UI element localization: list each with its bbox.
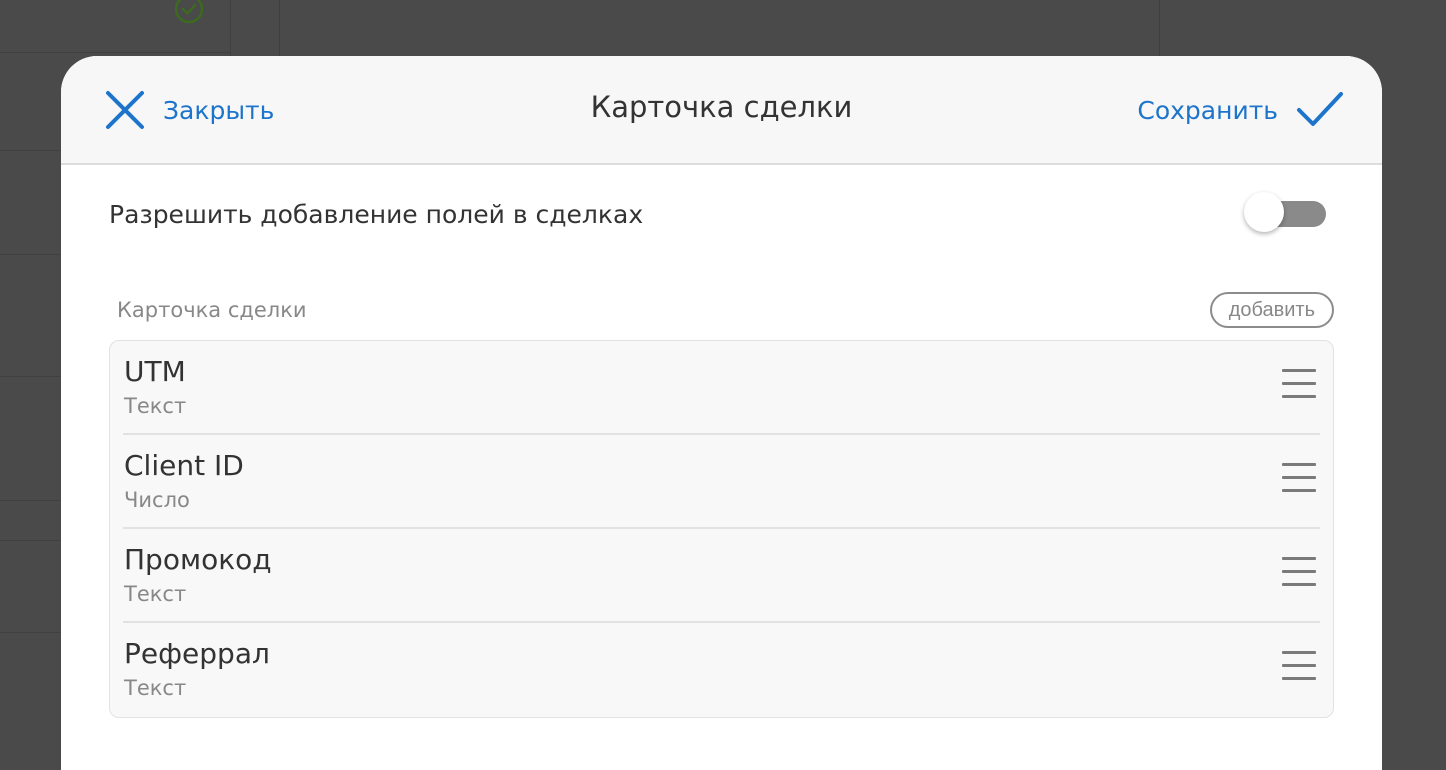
- field-type: Текст: [124, 582, 187, 606]
- modal-header: Закрыть Карточка сделки Сохранить: [61, 56, 1382, 165]
- save-label: Сохранить: [1137, 95, 1278, 125]
- field-type: Текст: [124, 394, 187, 418]
- field-name: UTM: [124, 355, 186, 388]
- section-title: Карточка сделки: [117, 298, 307, 322]
- toggle-knob: [1244, 192, 1284, 232]
- save-button[interactable]: Сохранить: [1137, 90, 1344, 130]
- list-item[interactable]: Промокод Текст: [123, 529, 1320, 623]
- field-name: Client ID: [124, 449, 244, 482]
- deal-card-modal: Закрыть Карточка сделки Сохранить Разреш…: [61, 56, 1382, 770]
- bg-row-line: [0, 52, 230, 53]
- field-type: Текст: [124, 676, 187, 700]
- check-circle-icon: [174, 0, 204, 24]
- field-type: Число: [124, 488, 190, 512]
- fields-list: UTM Текст Client ID Число Промокод Текст…: [109, 340, 1334, 718]
- section-header: Карточка сделки добавить: [117, 292, 1334, 328]
- allow-fields-toggle[interactable]: [1244, 192, 1326, 236]
- drag-handle-icon[interactable]: [1282, 651, 1316, 681]
- drag-handle-icon[interactable]: [1282, 463, 1316, 493]
- checkmark-icon: [1297, 92, 1343, 126]
- add-field-button[interactable]: добавить: [1209, 292, 1334, 328]
- allow-fields-setting: Разрешить добавление полей в сделках: [109, 192, 1326, 236]
- list-item[interactable]: Client ID Число: [123, 435, 1320, 529]
- drag-handle-icon[interactable]: [1282, 369, 1316, 399]
- drag-handle-icon[interactable]: [1282, 557, 1316, 587]
- setting-label: Разрешить добавление полей в сделках: [109, 199, 644, 229]
- field-name: Промокод: [124, 543, 272, 576]
- list-item[interactable]: Реферрал Текст: [123, 623, 1320, 717]
- field-name: Реферрал: [124, 637, 270, 670]
- list-item[interactable]: UTM Текст: [123, 341, 1320, 435]
